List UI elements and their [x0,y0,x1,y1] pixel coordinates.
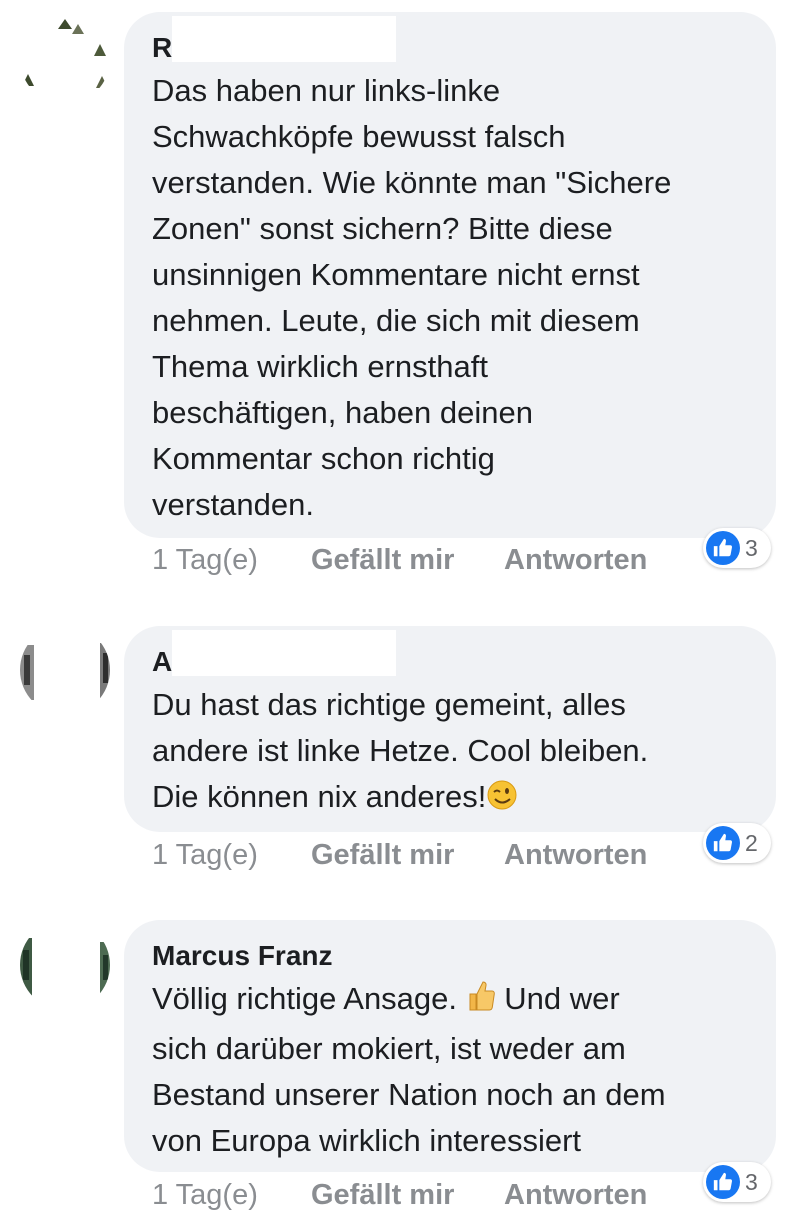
avatar-image [20,643,110,701]
winking-face-emoji [486,778,518,824]
redaction-box [172,16,396,62]
comment-text: Du hast das richtige gemeint, alles ande… [152,682,748,824]
thumbs-up-emoji [466,979,496,1026]
comment-bubble: R Das haben nur links-linke Schwachköpfe… [124,12,776,538]
redaction-box [172,630,396,676]
thumbs-up-icon [706,1165,740,1199]
comment-bubble: Marcus Franz Völlig richtige Ansage. Und… [124,920,776,1172]
author-name[interactable]: R [152,16,748,66]
reply-button[interactable]: Antworten [504,540,647,580]
timestamp[interactable]: 1 Tag(e) [152,1175,258,1215]
thumbs-up-icon [706,531,740,565]
reaction-count: 3 [745,1169,758,1195]
comment-bubble: A Du hast das richtige gemeint, alles an… [124,626,776,832]
comment-text: Völlig richtige Ansage. Und wer sich dar… [152,979,666,1158]
timestamp[interactable]: 1 Tag(e) [152,835,258,875]
reaction-summary[interactable]: 3 [703,528,771,568]
avatar-image [22,19,108,88]
reply-button[interactable]: Antworten [504,1175,647,1215]
timestamp[interactable]: 1 Tag(e) [152,540,258,580]
like-button[interactable]: Gefällt mir [311,1175,454,1215]
reaction-summary[interactable]: 3 [703,1162,771,1202]
author-name[interactable]: A [152,630,748,680]
avatar[interactable] [20,920,110,1010]
like-button[interactable]: Gefällt mir [311,835,454,875]
like-button[interactable]: Gefällt mir [311,540,454,580]
reply-button[interactable]: Antworten [504,835,647,875]
reaction-count: 3 [745,535,758,561]
reaction-summary[interactable]: 2 [703,823,771,863]
author-name[interactable]: Marcus Franz [152,938,748,974]
comment-text: Das haben nur links-linke Schwachköpfe b… [152,73,672,522]
avatar-image [20,938,110,998]
avatar[interactable] [20,14,110,104]
avatar[interactable] [20,625,110,715]
reaction-count: 2 [745,830,758,856]
thumbs-up-icon [706,826,740,860]
